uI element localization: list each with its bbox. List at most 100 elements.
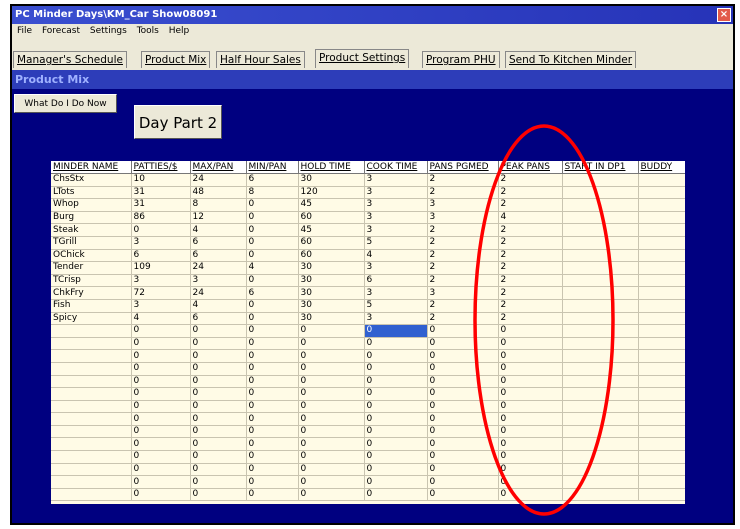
tab-managers-schedule[interactable]: Manager's Schedule <box>13 51 127 68</box>
column-header[interactable]: PEAK PANS <box>498 161 563 174</box>
table-cell[interactable]: LTots <box>51 186 132 200</box>
table-cell[interactable]: 0 <box>190 437 247 452</box>
table-cell[interactable]: 6 <box>190 249 247 263</box>
table-cell[interactable]: 2 <box>427 274 499 288</box>
table-cell[interactable]: 0 <box>298 425 365 439</box>
table-cell[interactable]: 0 <box>298 387 365 401</box>
table-cell[interactable] <box>638 400 685 414</box>
table-cell[interactable]: 0 <box>298 375 365 389</box>
table-cell[interactable] <box>638 173 685 187</box>
table-cell[interactable]: 0 <box>131 475 191 489</box>
table-cell[interactable]: 4 <box>246 261 299 275</box>
product-settings-grid[interactable]: MINDER NAME PATTIES/$ MAX/PAN MIN/PAN HOLD T… <box>51 161 685 504</box>
table-cell[interactable]: 0 <box>364 387 428 401</box>
table-cell[interactable]: Burg <box>51 211 132 225</box>
table-cell[interactable]: Tender <box>51 261 132 275</box>
table-cell[interactable] <box>638 375 685 389</box>
table-cell[interactable] <box>562 349 639 363</box>
table-cell[interactable]: 0 <box>190 450 247 464</box>
table-cell[interactable]: 0 <box>246 211 299 225</box>
table-cell[interactable]: 0 <box>364 362 428 376</box>
table-cell[interactable]: 5 <box>364 299 428 313</box>
menu-settings[interactable]: Settings <box>90 26 127 36</box>
table-cell[interactable] <box>562 488 639 502</box>
table-cell[interactable]: 72 <box>131 286 191 300</box>
table-cell[interactable]: 24 <box>190 261 247 275</box>
table-cell[interactable] <box>562 223 639 237</box>
table-cell[interactable]: 0 <box>364 337 428 351</box>
table-cell[interactable]: 2 <box>427 173 499 187</box>
table-cell[interactable] <box>562 400 639 414</box>
table-cell[interactable]: 0 <box>131 349 191 363</box>
table-cell[interactable] <box>638 261 685 275</box>
table-cell[interactable] <box>51 337 132 351</box>
table-cell[interactable] <box>51 412 132 426</box>
table-cell[interactable]: 3 <box>364 186 428 200</box>
column-header[interactable]: PANS PGMED <box>427 161 499 174</box>
table-cell[interactable]: 31 <box>131 198 191 212</box>
table-cell[interactable] <box>638 337 685 351</box>
table-cell[interactable]: 0 <box>427 475 499 489</box>
table-cell[interactable]: 12 <box>190 211 247 225</box>
table-cell[interactable] <box>562 450 639 464</box>
table-cell[interactable]: 0 <box>190 362 247 376</box>
table-cell[interactable]: 2 <box>427 236 499 250</box>
table-cell[interactable]: 0 <box>246 387 299 401</box>
table-cell[interactable] <box>638 186 685 200</box>
table-cell[interactable] <box>638 463 685 477</box>
table-cell[interactable]: 3 <box>427 198 499 212</box>
close-icon[interactable]: × <box>717 8 731 22</box>
table-cell[interactable]: ChsStx <box>51 173 132 187</box>
table-cell[interactable]: 0 <box>498 400 563 414</box>
table-cell[interactable] <box>638 450 685 464</box>
table-cell[interactable]: 0 <box>131 400 191 414</box>
table-cell[interactable] <box>51 475 132 489</box>
table-cell[interactable] <box>562 387 639 401</box>
column-header[interactable]: PATTIES/$ <box>131 161 191 174</box>
table-cell[interactable] <box>562 249 639 263</box>
table-cell[interactable]: 0 <box>246 488 299 502</box>
table-cell[interactable]: 0 <box>498 475 563 489</box>
table-cell[interactable] <box>562 211 639 225</box>
table-cell[interactable]: 0 <box>131 387 191 401</box>
table-cell[interactable] <box>638 198 685 212</box>
table-cell[interactable] <box>51 362 132 376</box>
table-cell[interactable]: 0 <box>498 463 563 477</box>
table-cell[interactable]: 0 <box>427 412 499 426</box>
table-cell[interactable] <box>638 437 685 452</box>
menu-tools[interactable]: Tools <box>137 26 159 36</box>
table-cell[interactable]: 0 <box>498 488 563 502</box>
table-cell[interactable]: 0 <box>427 375 499 389</box>
table-cell[interactable]: 2 <box>427 186 499 200</box>
table-cell[interactable]: 0 <box>246 299 299 313</box>
table-cell[interactable]: 0 <box>246 274 299 288</box>
table-cell[interactable]: 0 <box>498 375 563 389</box>
table-cell[interactable] <box>562 286 639 300</box>
table-cell[interactable]: 45 <box>298 223 365 237</box>
table-cell[interactable]: 30 <box>298 261 365 275</box>
tab-product-settings[interactable]: Product Settings <box>315 49 410 68</box>
table-cell[interactable]: 2 <box>498 173 563 187</box>
table-cell[interactable]: 0 <box>131 375 191 389</box>
table-cell[interactable] <box>562 437 639 452</box>
table-cell[interactable]: 8 <box>246 186 299 200</box>
table-cell[interactable]: 0 <box>246 324 299 338</box>
table-cell[interactable]: 0 <box>246 349 299 363</box>
table-cell[interactable]: 6 <box>246 286 299 300</box>
table-cell[interactable] <box>638 362 685 376</box>
table-cell[interactable] <box>562 261 639 275</box>
table-cell[interactable]: 2 <box>498 186 563 200</box>
table-cell[interactable]: 4 <box>364 249 428 263</box>
table-cell[interactable]: 3 <box>427 286 499 300</box>
table-cell[interactable]: 0 <box>190 463 247 477</box>
table-cell[interactable]: 0 <box>190 324 247 338</box>
table-cell[interactable]: 0 <box>246 236 299 250</box>
table-cell[interactable]: 3 <box>190 274 247 288</box>
table-cell[interactable]: 2 <box>498 286 563 300</box>
table-cell[interactable]: 0 <box>246 463 299 477</box>
table-cell[interactable]: 45 <box>298 198 365 212</box>
table-cell[interactable]: 60 <box>298 236 365 250</box>
tab-half-hour-sales[interactable]: Half Hour Sales <box>216 51 305 68</box>
table-cell[interactable] <box>638 286 685 300</box>
table-cell[interactable] <box>638 312 685 326</box>
